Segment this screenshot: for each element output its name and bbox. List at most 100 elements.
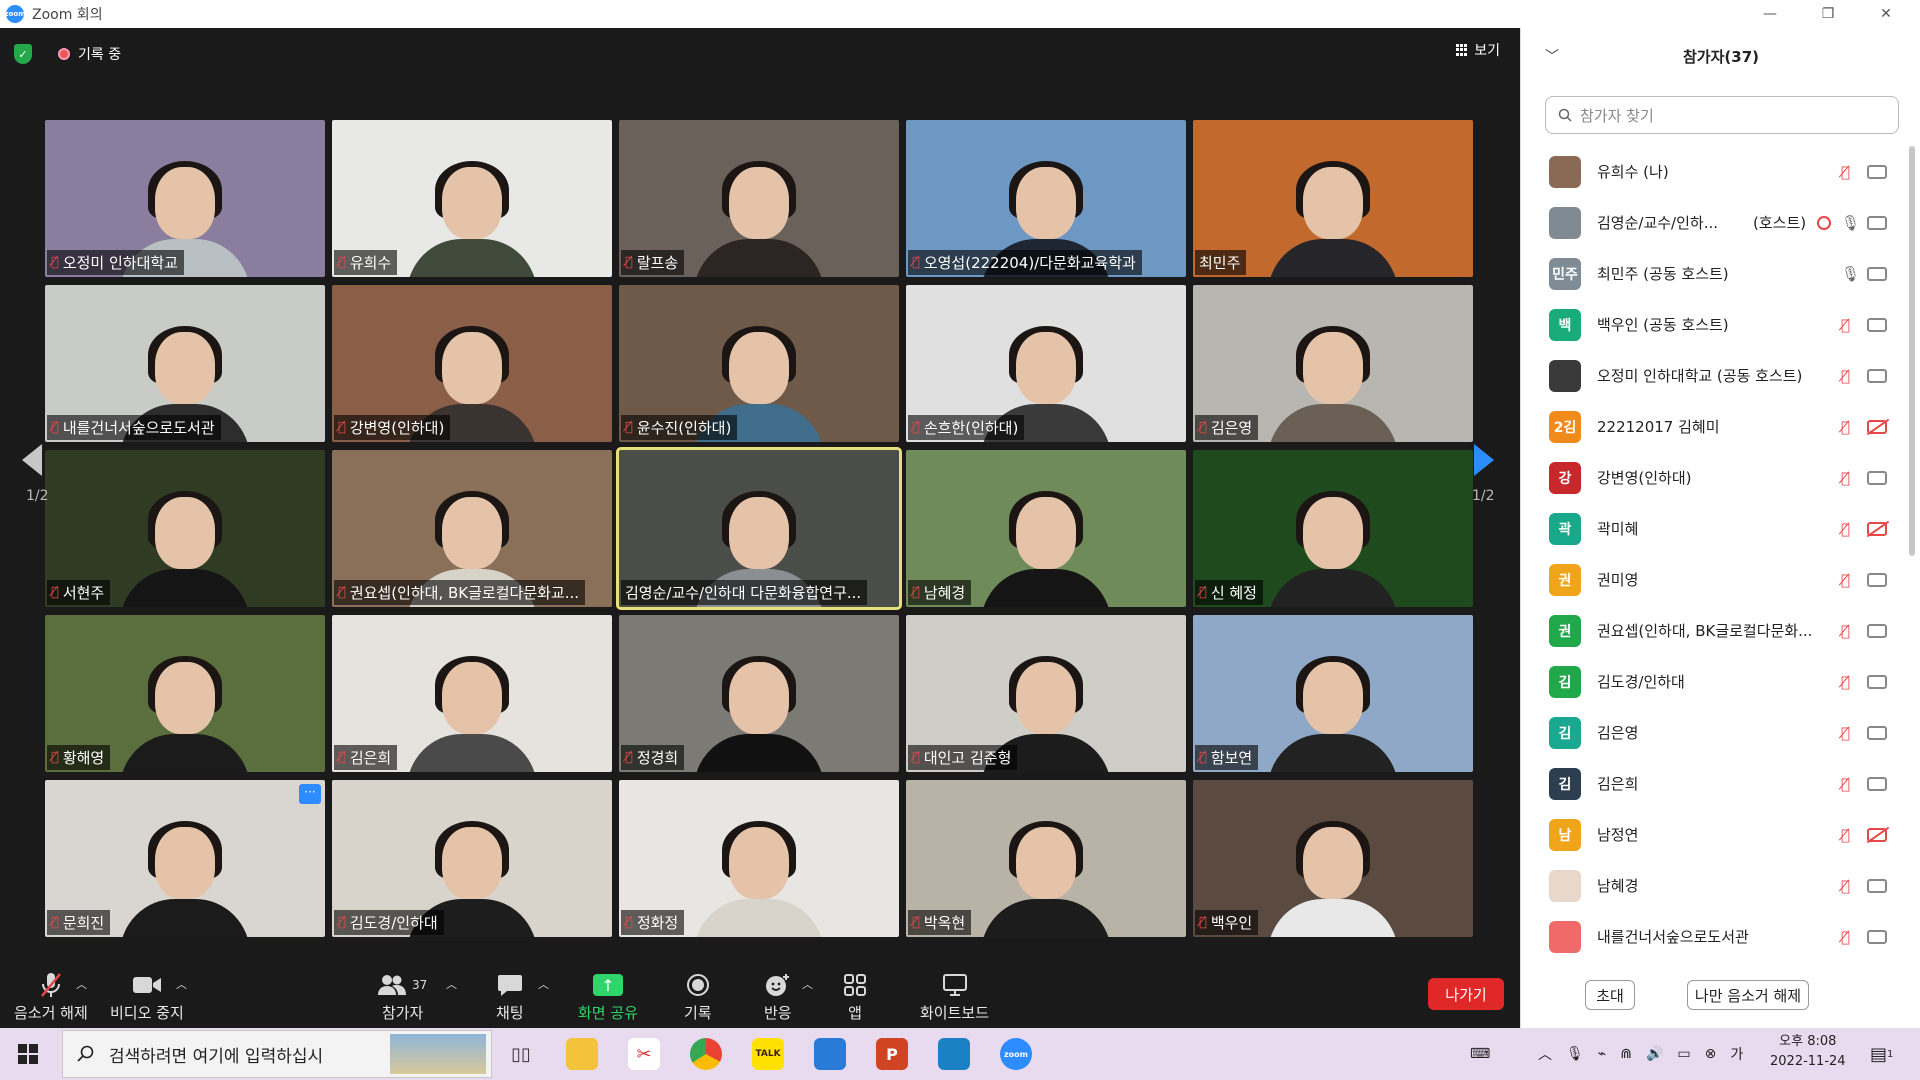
previous-page-arrow-icon[interactable] xyxy=(22,444,42,476)
participant-row[interactable]: 백 백우인 (공동 호스트) 🎙̸ xyxy=(1521,299,1911,350)
video-tile[interactable]: 🎙̸ 내를건너서숲으로도서관 xyxy=(45,285,325,442)
video-tile[interactable]: 🎙̸ 김도경/인하대 xyxy=(332,780,612,937)
camera-icon[interactable] xyxy=(1867,266,1887,281)
participant-row[interactable]: 민주 최민주 (공동 호스트) 🎙 xyxy=(1521,248,1911,299)
video-tile[interactable]: 🎙̸ 윤수진(인하대) xyxy=(619,285,899,442)
restore-button[interactable]: ❐ xyxy=(1800,0,1856,28)
participant-row[interactable]: 내를건너서숲으로도서관 🎙̸ xyxy=(1521,911,1911,962)
video-tile[interactable]: 🎙̸ 랄프송 xyxy=(619,120,899,277)
tile-more-options-button[interactable]: ··· xyxy=(299,784,321,804)
mic-muted-icon[interactable]: 🎙̸ xyxy=(1841,928,1850,946)
next-page-arrow-icon[interactable] xyxy=(1474,444,1494,476)
participants-scrollbar[interactable] xyxy=(1909,146,1915,556)
participant-row[interactable]: 남 남정연 🎙̸ xyxy=(1521,809,1911,860)
tray-close-circle-icon[interactable]: ⊗ xyxy=(1705,1046,1717,1062)
powerpoint-icon[interactable]: P xyxy=(876,1038,908,1070)
camera-off-icon[interactable] xyxy=(1867,827,1887,842)
tray-network-icon[interactable]: ⌁ xyxy=(1598,1046,1606,1062)
taskbar-clock[interactable]: 오후 8:08 2022-11-24 xyxy=(1770,1032,1846,1072)
whiteboard-button[interactable]: 화이트보드 xyxy=(920,970,989,1023)
video-tile[interactable]: 🎙̸ 손흐한(인하대) xyxy=(906,285,1186,442)
participant-row[interactable]: 김 김도경/인하대 🎙̸ xyxy=(1521,656,1911,707)
participants-options-caret-icon[interactable]: ︿ xyxy=(446,976,457,992)
mic-muted-icon[interactable]: 🎙̸ xyxy=(1841,826,1850,844)
participant-row[interactable]: 유희수 (나) 🎙̸ xyxy=(1521,146,1911,197)
mic-icon[interactable]: 🎙 xyxy=(1841,214,1860,232)
snipping-tool-icon[interactable]: ✂ xyxy=(628,1038,660,1070)
video-tile[interactable]: 🎙̸ 오영섭(222204)/다문화교육학과 xyxy=(906,120,1186,277)
record-button[interactable]: 기록 xyxy=(684,970,712,1023)
audio-options-caret-icon[interactable]: ︿ xyxy=(76,976,87,992)
video-tile[interactable]: 🎙̸ 오정미 인하대학교 xyxy=(45,120,325,277)
video-tile[interactable]: 🎙̸ 박옥현 xyxy=(906,780,1186,937)
participant-row[interactable]: 권 권요셉(인하대, BK글로컬다문화... 🎙̸ xyxy=(1521,605,1911,656)
video-tile[interactable]: 🎙̸ 대인고 김준형 xyxy=(906,615,1186,772)
camera-icon[interactable] xyxy=(1867,164,1887,179)
mic-muted-icon[interactable]: 🎙̸ xyxy=(1841,775,1850,793)
camera-off-icon[interactable] xyxy=(1867,419,1887,434)
camera-icon[interactable] xyxy=(1867,470,1887,485)
camera-icon[interactable] xyxy=(1867,623,1887,638)
video-tile[interactable]: 🎙̸ 함보연 xyxy=(1193,615,1473,772)
mic-icon[interactable]: 🎙 xyxy=(1841,265,1860,283)
ime-indicator[interactable]: 가 xyxy=(1730,1044,1743,1064)
invite-button[interactable]: 초대 xyxy=(1585,980,1635,1010)
tray-mic-icon[interactable]: 🎙 xyxy=(1566,1046,1584,1062)
participant-row[interactable]: 김 김은영 🎙̸ xyxy=(1521,707,1911,758)
tray-volume-icon[interactable]: 🔊 xyxy=(1646,1046,1663,1062)
participant-row[interactable]: 권 권미영 🎙̸ xyxy=(1521,554,1911,605)
video-tile[interactable]: 🎙̸ 김은영 xyxy=(1193,285,1473,442)
security-shield-icon[interactable]: ✓ xyxy=(14,44,32,64)
file-explorer-icon[interactable] xyxy=(566,1038,598,1070)
video-tile[interactable]: 🎙̸ 유희수 xyxy=(332,120,612,277)
video-tile[interactable]: 🎙̸ 문희진 ··· xyxy=(45,780,325,937)
tray-wifi-icon[interactable]: ⋒ xyxy=(1620,1046,1632,1062)
camera-icon[interactable] xyxy=(1867,776,1887,791)
chrome-icon[interactable] xyxy=(690,1038,722,1070)
hancom-icon[interactable] xyxy=(938,1038,970,1070)
video-tile[interactable]: 🎙̸ 서현주 xyxy=(45,450,325,607)
video-options-caret-icon[interactable]: ︿ xyxy=(176,976,187,992)
keyboard-layout-icon[interactable]: ⌨ xyxy=(1470,1028,1490,1080)
mic-muted-icon[interactable]: 🎙̸ xyxy=(1841,469,1850,487)
camera-icon[interactable] xyxy=(1867,317,1887,332)
leave-button[interactable]: 나가기 xyxy=(1428,978,1504,1010)
video-tile[interactable]: 🎙̸ 남혜경 xyxy=(906,450,1186,607)
chat-button[interactable]: 채팅 xyxy=(496,970,524,1023)
share-screen-button[interactable]: ↑ 화면 공유 xyxy=(578,970,638,1023)
stop-video-button[interactable]: 비디오 중지 xyxy=(110,970,184,1023)
unmute-me-button[interactable]: 나만 음소거 해제 xyxy=(1687,980,1809,1010)
tray-battery-icon[interactable]: ▭ xyxy=(1677,1046,1690,1062)
video-tile[interactable]: 🎙̸ 정화정 xyxy=(619,780,899,937)
view-button[interactable]: 보기 xyxy=(1456,40,1500,60)
mic-muted-icon[interactable]: 🎙̸ xyxy=(1841,163,1850,181)
video-tile[interactable]: 🎙̸ 권요셉(인하대, BK글로컬다문화교... xyxy=(332,450,612,607)
video-tile[interactable]: 🎙̸ 신 혜정 xyxy=(1193,450,1473,607)
participant-row[interactable]: 오정미 인하대학교 (공동 호스트) 🎙̸ xyxy=(1521,350,1911,401)
close-button[interactable]: ✕ xyxy=(1858,0,1914,28)
tray-chevron-icon[interactable]: ︿ xyxy=(1538,1044,1552,1064)
reactions-options-caret-icon[interactable]: ︿ xyxy=(802,976,813,992)
camera-icon[interactable] xyxy=(1867,674,1887,689)
participant-row[interactable]: 김영순/교수/인하... (호스트) 🎙 xyxy=(1521,197,1911,248)
reactions-button[interactable]: 반응 xyxy=(764,970,792,1023)
photos-icon[interactable] xyxy=(814,1038,846,1070)
camera-icon[interactable] xyxy=(1867,878,1887,893)
participant-row[interactable]: 강 강변영(인하대) 🎙̸ xyxy=(1521,452,1911,503)
minimize-button[interactable]: — xyxy=(1742,0,1798,28)
video-tile[interactable]: 김영순/교수/인하대 다문화융합연구... xyxy=(616,447,902,610)
video-tile[interactable]: 🎙̸ 정경희 xyxy=(619,615,899,772)
camera-icon[interactable] xyxy=(1867,368,1887,383)
mic-muted-icon[interactable]: 🎙̸ xyxy=(1841,520,1850,538)
camera-icon[interactable] xyxy=(1867,929,1887,944)
video-tile[interactable]: 🎙̸ 강변영(인하대) xyxy=(332,285,612,442)
participants-button[interactable]: 37 참가자 xyxy=(378,970,427,1023)
zoom-taskbar-icon[interactable]: zoom xyxy=(1000,1038,1032,1070)
apps-button[interactable]: 앱 xyxy=(844,970,866,1023)
participant-row[interactable]: 김 김은희 🎙̸ xyxy=(1521,758,1911,809)
camera-off-icon[interactable] xyxy=(1867,521,1887,536)
participant-row[interactable]: 곽 곽미혜 🎙̸ xyxy=(1521,503,1911,554)
camera-icon[interactable] xyxy=(1867,572,1887,587)
video-tile[interactable]: 🎙̸ 황해영 xyxy=(45,615,325,772)
video-tile[interactable]: 🎙̸ 백우인 xyxy=(1193,780,1473,937)
